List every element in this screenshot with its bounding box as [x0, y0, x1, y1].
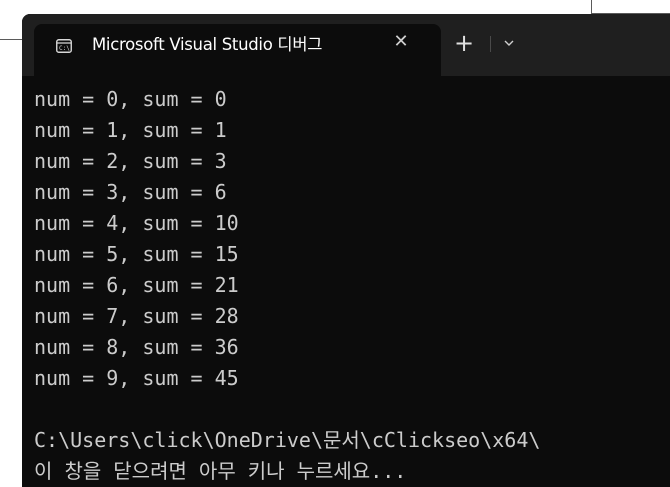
console-line: num = 1, sum = 1 [34, 118, 227, 142]
svg-text:C:\: C:\ [59, 45, 70, 52]
console-line: num = 2, sum = 3 [34, 149, 227, 173]
console-line: num = 6, sum = 21 [34, 273, 239, 297]
console-line: num = 8, sum = 36 [34, 335, 239, 359]
console-path-line: C:\Users\click\OneDrive\문서\cClickseo\x64… [34, 428, 541, 452]
close-icon[interactable]: ✕ [388, 28, 414, 56]
console-line: num = 0, sum = 0 [34, 87, 227, 111]
console-app-icon: C:\ [56, 38, 72, 53]
console-line: num = 4, sum = 10 [34, 211, 239, 235]
console-line: num = 3, sum = 6 [34, 180, 227, 204]
console-prompt-line: 이 창을 닫으려면 아무 키나 누르세요... [34, 459, 407, 483]
console-line: num = 9, sum = 45 [34, 366, 239, 390]
terminal-window: C:\ Microsoft Visual Studio 디버그 ✕ + num … [22, 14, 670, 487]
new-tab-button[interactable]: + [449, 28, 479, 58]
tab-title: Microsoft Visual Studio 디버그 [92, 35, 323, 54]
console-line: num = 5, sum = 15 [34, 242, 239, 266]
console-output[interactable]: num = 0, sum = 0 num = 1, sum = 1 num = … [22, 76, 670, 487]
background-rule [591, 0, 592, 14]
tab-debug-console[interactable]: C:\ Microsoft Visual Studio 디버그 ✕ [34, 24, 441, 76]
chevron-down-icon[interactable] [496, 30, 522, 56]
console-line: num = 7, sum = 28 [34, 304, 239, 328]
title-bar[interactable]: C:\ Microsoft Visual Studio 디버그 ✕ + [22, 14, 670, 76]
tab-separator [490, 36, 491, 52]
